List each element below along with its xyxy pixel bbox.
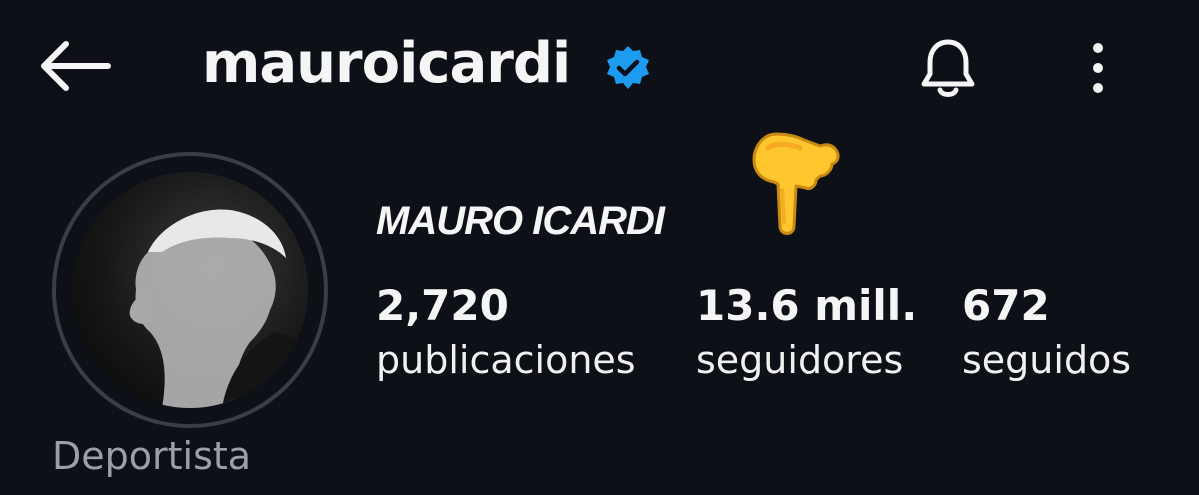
- profile-header: mauroicardi: [0, 0, 1199, 140]
- arrow-left-icon: [41, 41, 111, 91]
- stat-value: 2,720: [376, 281, 509, 330]
- stat-label: publicaciones: [376, 338, 636, 382]
- pointing-down-hand-icon: [746, 126, 846, 242]
- notifications-button[interactable]: [912, 32, 984, 104]
- profile-avatar-button[interactable]: [52, 152, 328, 428]
- following-count[interactable]: 672 seguidos: [962, 280, 1131, 388]
- display-name: MAURO ICARDI: [376, 199, 665, 243]
- verified-badge-icon: [604, 44, 652, 92]
- stat-label: seguidores: [696, 338, 904, 382]
- stat-label: seguidos: [962, 338, 1132, 382]
- profile-username: mauroicardi: [202, 31, 571, 96]
- stat-value: 672: [962, 281, 1050, 330]
- bell-icon: [921, 39, 975, 97]
- followers-count[interactable]: 13.6 mill. seguidores: [696, 280, 917, 388]
- back-button[interactable]: [34, 36, 114, 96]
- posts-count[interactable]: 2,720 publicaciones: [376, 280, 636, 388]
- stat-value: 13.6 mill.: [696, 281, 918, 330]
- avatar: [72, 172, 308, 408]
- more-options-button[interactable]: [1080, 36, 1116, 100]
- profile-category: Deportista: [52, 434, 252, 478]
- more-vertical-icon: [1093, 43, 1103, 93]
